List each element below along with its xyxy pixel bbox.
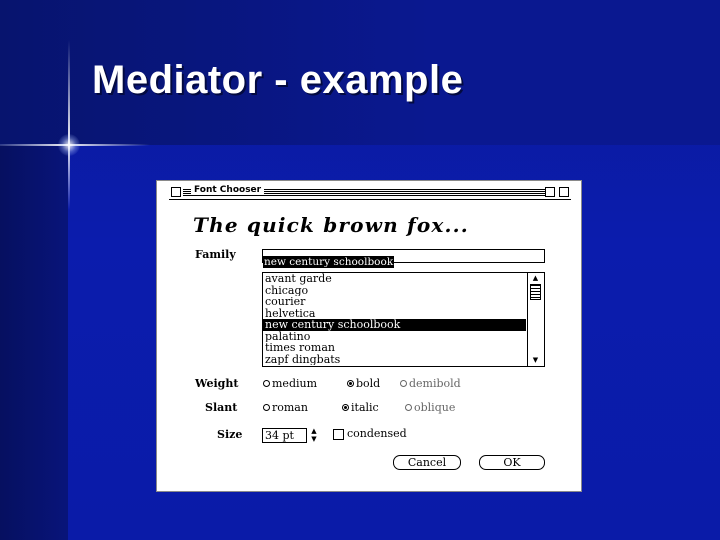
cancel-button[interactable]: Cancel [393,455,461,470]
light-flare-glow [58,134,80,156]
family-input[interactable]: new century schoolbook [262,249,545,268]
family-list-item[interactable]: new century schoolbook [263,319,526,331]
slide-left-band [0,145,68,540]
family-list-item[interactable]: times roman [263,342,526,354]
radio-button-icon [405,404,412,411]
scroll-down-arrow-icon[interactable]: ▼ [531,356,540,365]
family-list-item[interactable]: zapf dingbats [263,354,526,366]
scroll-up-arrow-icon[interactable]: ▲ [531,274,540,283]
radio-button-selected-icon [342,404,349,411]
slide-title: Mediator - example [92,58,464,102]
light-flare-vertical [68,40,70,210]
weight-option-demibold[interactable]: demibold [400,377,461,390]
family-list-scrollbar[interactable]: ▲ ▼ [527,273,544,366]
zoom-box-icon[interactable] [545,187,555,197]
family-list-item[interactable]: courier [263,296,526,308]
radio-button-icon [263,404,270,411]
slant-option-italic[interactable]: italic [342,401,379,414]
font-preview-text: The quick brown fox... [193,213,469,237]
font-chooser-dialog: Font Chooser The quick brown fox... Fami… [156,180,582,492]
family-list-item[interactable]: chicago [263,285,526,297]
collapse-box-icon[interactable] [559,187,569,197]
family-list-item[interactable]: helvetica [263,308,526,320]
family-label: Family [195,248,236,261]
size-input[interactable]: 34 pt [262,428,307,443]
condensed-label: condensed [347,427,407,440]
close-box-icon[interactable] [171,187,181,197]
ok-button[interactable]: OK [479,455,545,470]
radio-button-selected-icon [347,380,354,387]
family-list-items: avant garde chicago courier helvetica new ce… [263,273,526,365]
radio-button-icon [263,380,270,387]
size-label: Size [217,428,243,441]
stepper-down-icon[interactable]: ▼ [309,435,319,443]
radio-button-icon [400,380,407,387]
slant-label: Slant [205,401,238,414]
condensed-checkbox[interactable] [333,429,344,440]
slant-option-oblique[interactable]: oblique [405,401,455,414]
dialog-titlebar[interactable]: Font Chooser [169,185,571,200]
weight-option-medium[interactable]: medium [263,377,317,390]
weight-label: Weight [195,377,239,390]
weight-option-bold[interactable]: bold [347,377,380,390]
slide-background: Mediator - example Font Chooser The quic… [0,0,720,540]
family-list-item[interactable]: avant garde [263,273,526,285]
family-input-value: new century schoolbook [263,256,395,268]
size-stepper[interactable]: ▲ ▼ [309,427,319,444]
scroll-thumb[interactable] [530,284,541,300]
dialog-title: Font Chooser [191,185,265,195]
family-list[interactable]: avant garde chicago courier helvetica new ce… [262,272,545,367]
stepper-up-icon[interactable]: ▲ [309,427,319,435]
slant-option-roman[interactable]: roman [263,401,308,414]
family-list-item[interactable]: palatino [263,331,526,343]
